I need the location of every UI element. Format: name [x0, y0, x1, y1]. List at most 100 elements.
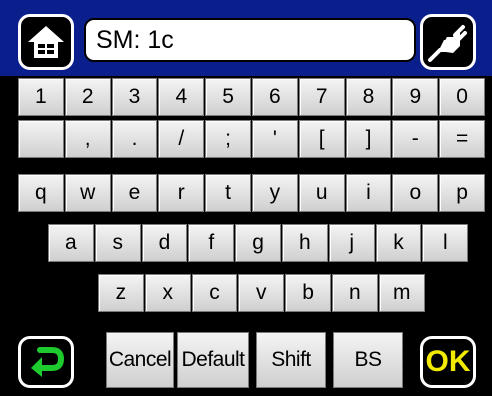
key-label: ]: [365, 127, 372, 150]
key-label: g: [252, 231, 264, 254]
key-label: e: [128, 181, 141, 204]
key-4-1[interactable]: x: [144, 274, 191, 312]
key-label: ;: [225, 127, 231, 150]
key-0-4[interactable]: 5: [205, 78, 251, 116]
key-label: 6: [269, 85, 281, 108]
key-label: -: [411, 127, 419, 150]
key-label: [: [318, 127, 325, 150]
key-4-5[interactable]: n: [332, 274, 378, 312]
key-0-6[interactable]: 7: [298, 78, 345, 116]
enter-button[interactable]: [18, 336, 74, 388]
key-3-6[interactable]: j: [328, 224, 375, 262]
key-3-5[interactable]: h: [282, 224, 328, 262]
key-2-6[interactable]: u: [298, 174, 345, 212]
key-2-5[interactable]: y: [252, 174, 298, 212]
key-3-7[interactable]: k: [375, 224, 422, 262]
key-3-4[interactable]: g: [235, 224, 281, 262]
key-label: d: [158, 231, 171, 254]
key-3-3[interactable]: f: [188, 224, 235, 262]
shift-button[interactable]: Shift: [256, 332, 326, 388]
key-label: p: [456, 181, 468, 204]
key-label: 0: [456, 85, 468, 108]
key-label: .: [131, 127, 138, 150]
key-0-7[interactable]: 8: [345, 78, 392, 116]
key-1-1[interactable]: ,: [64, 120, 111, 158]
key-3-2[interactable]: d: [141, 224, 188, 262]
key-1-7[interactable]: ]: [345, 120, 392, 158]
key-label: r: [177, 181, 185, 204]
key-label: i: [366, 181, 371, 204]
default-label: Default: [181, 348, 245, 371]
key-1-3[interactable]: /: [158, 120, 205, 158]
cancel-button[interactable]: Cancel: [106, 332, 174, 388]
key-label: b: [302, 281, 314, 304]
key-label: z: [115, 281, 127, 304]
key-2-8[interactable]: o: [392, 174, 439, 212]
home-icon: [28, 26, 64, 58]
key-1-4[interactable]: ;: [205, 120, 251, 158]
key-1-9[interactable]: =: [439, 120, 485, 158]
key-1-0[interactable]: [18, 120, 64, 158]
key-label: 7: [315, 85, 328, 108]
key-label: t: [225, 181, 231, 204]
key-0-9[interactable]: 0: [439, 78, 485, 116]
key-3-8[interactable]: l: [422, 224, 469, 262]
key-label: n: [349, 281, 361, 304]
shift-label: Shift: [271, 348, 311, 371]
key-1-2[interactable]: .: [111, 120, 158, 158]
key-label: u: [315, 181, 328, 204]
default-button[interactable]: Default: [177, 332, 249, 388]
key-label: 3: [128, 85, 141, 108]
key-0-3[interactable]: 4: [158, 78, 205, 116]
key-2-3[interactable]: r: [158, 174, 205, 212]
key-0-5[interactable]: 6: [252, 78, 298, 116]
key-4-2[interactable]: c: [191, 274, 238, 312]
bottom-bar: Cancel Default Shift BS OK: [0, 326, 492, 396]
key-0-8[interactable]: 9: [392, 78, 439, 116]
key-3-0[interactable]: a: [48, 224, 94, 262]
key-4-3[interactable]: v: [238, 274, 285, 312]
home-button[interactable]: [18, 14, 74, 70]
key-label: c: [209, 281, 220, 304]
key-2-4[interactable]: t: [205, 174, 251, 212]
key-label: =: [455, 127, 469, 150]
keyboard: 1 2 3 4 5 6 7 8 9 0,. /; ' [] - = q w e r t y u i o p a s d f g h j k l z x…: [0, 78, 492, 318]
key-label: q: [35, 181, 47, 204]
key-2-9[interactable]: p: [439, 174, 485, 212]
key-label: k: [393, 231, 404, 254]
key-label: a: [65, 231, 77, 254]
key-label: v: [256, 281, 267, 304]
key-4-6[interactable]: m: [378, 274, 425, 312]
key-1-6[interactable]: [: [298, 120, 345, 158]
key-label: l: [442, 231, 448, 254]
key-label: w: [80, 181, 96, 204]
key-label: m: [392, 281, 411, 304]
key-1-5[interactable]: ': [252, 120, 298, 158]
key-label: 8: [362, 85, 375, 108]
power-button[interactable]: [420, 14, 476, 70]
plug-icon: [428, 25, 467, 62]
backspace-button[interactable]: BS: [333, 332, 403, 388]
text-input-field[interactable]: SM: 1c: [84, 18, 416, 62]
key-2-1[interactable]: w: [64, 174, 111, 212]
ok-button[interactable]: OK: [420, 336, 476, 388]
key-label: /: [178, 127, 185, 150]
key-label: ,: [84, 127, 91, 150]
key-0-0[interactable]: 1: [18, 78, 64, 116]
key-0-1[interactable]: 2: [64, 78, 111, 116]
backspace-label: BS: [354, 348, 382, 371]
key-label: y: [269, 181, 281, 204]
top-bar: SM: 1c: [0, 0, 492, 76]
cancel-label: Cancel: [108, 348, 172, 371]
key-3-1[interactable]: s: [94, 224, 141, 262]
key-label: x: [162, 281, 173, 304]
key-4-0[interactable]: z: [98, 274, 144, 312]
key-1-8[interactable]: -: [392, 120, 439, 158]
key-2-7[interactable]: i: [345, 174, 392, 212]
key-label: 5: [222, 85, 234, 108]
key-2-2[interactable]: e: [111, 174, 158, 212]
key-4-4[interactable]: b: [285, 274, 331, 312]
key-label: o: [409, 181, 422, 204]
key-0-2[interactable]: 3: [111, 78, 158, 116]
key-2-0[interactable]: q: [18, 174, 64, 212]
